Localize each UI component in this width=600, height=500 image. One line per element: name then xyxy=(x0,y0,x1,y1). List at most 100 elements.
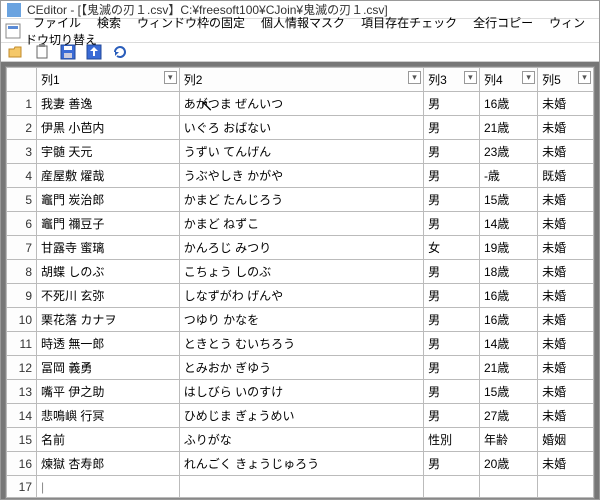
column-dropdown-icon[interactable]: ▾ xyxy=(578,71,591,84)
column-header-3[interactable]: 列3▾ xyxy=(424,68,480,92)
row-number[interactable]: 13 xyxy=(7,380,37,404)
cell[interactable]: | xyxy=(37,476,180,498)
cell[interactable]: 15歳 xyxy=(479,188,537,212)
cell[interactable]: 未婚 xyxy=(538,332,594,356)
cell[interactable]: 栗花落 カナヲ xyxy=(37,308,180,332)
cell[interactable]: かまど たんじろう xyxy=(179,188,423,212)
menu-2[interactable]: ウィンドウ枠の固定 xyxy=(129,14,253,32)
cell[interactable]: 時透 無一郎 xyxy=(37,332,180,356)
cell[interactable]: 男 xyxy=(424,116,480,140)
cell[interactable]: 16歳 xyxy=(479,92,537,116)
cell[interactable]: 21歳 xyxy=(479,116,537,140)
cell[interactable]: 男 xyxy=(424,164,480,188)
row-number[interactable]: 17 xyxy=(7,476,37,498)
cell[interactable]: 我妻 善逸 xyxy=(37,92,180,116)
row-header-corner[interactable] xyxy=(7,68,37,92)
cell[interactable]: 14歳 xyxy=(479,212,537,236)
cell[interactable]: 未婚 xyxy=(538,92,594,116)
cell[interactable]: 男 xyxy=(424,452,480,476)
column-dropdown-icon[interactable]: ▾ xyxy=(408,71,421,84)
cell[interactable]: 甘露寺 蜜璃 xyxy=(37,236,180,260)
cell[interactable]: うずい てんげん xyxy=(179,140,423,164)
cell[interactable]: 伊黒 小芭内 xyxy=(37,116,180,140)
row-number[interactable]: 9 xyxy=(7,284,37,308)
cell[interactable]: とみおか ぎゆう xyxy=(179,356,423,380)
cell[interactable]: こちょう しのぶ xyxy=(179,260,423,284)
cell[interactable]: いぐろ おばない xyxy=(179,116,423,140)
cell[interactable]: 未婚 xyxy=(538,212,594,236)
row-number[interactable]: 11 xyxy=(7,332,37,356)
cell[interactable]: しなずがわ げんや xyxy=(179,284,423,308)
row-number[interactable]: 16 xyxy=(7,452,37,476)
cell[interactable]: 男 xyxy=(424,332,480,356)
cell[interactable]: かんろじ みつり xyxy=(179,236,423,260)
row-number[interactable]: 2 xyxy=(7,116,37,140)
cell[interactable]: つゆり かなを xyxy=(179,308,423,332)
row-number[interactable]: 12 xyxy=(7,356,37,380)
cell[interactable]: 竈門 炭治郎 xyxy=(37,188,180,212)
menu-4[interactable]: 項目存在チェック xyxy=(353,14,465,32)
cell[interactable]: 宇髄 天元 xyxy=(37,140,180,164)
cell[interactable]: 女 xyxy=(424,236,480,260)
cell[interactable]: 未婚 xyxy=(538,380,594,404)
cell[interactable]: 19歳 xyxy=(479,236,537,260)
cell[interactable]: 18歳 xyxy=(479,260,537,284)
cell[interactable]: 名前 xyxy=(37,428,180,452)
cell[interactable]: 未婚 xyxy=(538,116,594,140)
cell[interactable]: 胡蝶 しのぶ xyxy=(37,260,180,284)
cell[interactable] xyxy=(424,476,480,498)
cell[interactable]: 未婚 xyxy=(538,452,594,476)
menu-5[interactable]: 全行コピー xyxy=(465,14,541,32)
cell[interactable]: 婚姻 xyxy=(538,428,594,452)
save-button[interactable] xyxy=(59,43,77,61)
cell[interactable]: 未婚 xyxy=(538,404,594,428)
row-number[interactable]: 4 xyxy=(7,164,37,188)
cell[interactable]: 男 xyxy=(424,356,480,380)
cell[interactable]: 16歳 xyxy=(479,308,537,332)
system-menu-icon[interactable] xyxy=(5,23,21,39)
cell[interactable]: 竈門 禰豆子 xyxy=(37,212,180,236)
cell[interactable]: 未婚 xyxy=(538,140,594,164)
cell[interactable]: 14歳 xyxy=(479,332,537,356)
cell[interactable]: 未婚 xyxy=(538,236,594,260)
cell[interactable]: 嘴平 伊之助 xyxy=(37,380,180,404)
row-number[interactable]: 10 xyxy=(7,308,37,332)
cell[interactable]: ときとう むいちろう xyxy=(179,332,423,356)
cell[interactable]: 21歳 xyxy=(479,356,537,380)
row-number[interactable]: 7 xyxy=(7,236,37,260)
cell[interactable]: 性別 xyxy=(424,428,480,452)
cell[interactable]: 男 xyxy=(424,92,480,116)
row-number[interactable]: 6 xyxy=(7,212,37,236)
cell[interactable] xyxy=(479,476,537,498)
grid-scroll[interactable]: 列1▾列2▾列3▾列4▾列5▾ 1我妻 善逸あがつま ぜんいつ男16歳未婚2伊黒… xyxy=(6,67,594,498)
cell[interactable]: 未婚 xyxy=(538,260,594,284)
cell[interactable]: 男 xyxy=(424,188,480,212)
row-number[interactable]: 3 xyxy=(7,140,37,164)
cell[interactable]: うぶやしき かがや xyxy=(179,164,423,188)
cell[interactable]: 煉獄 杏寿郎 xyxy=(37,452,180,476)
column-header-4[interactable]: 列4▾ xyxy=(479,68,537,92)
menu-1[interactable]: 検索 xyxy=(89,14,129,32)
cell[interactable]: 悲鳴嶼 行冥 xyxy=(37,404,180,428)
cell[interactable]: 男 xyxy=(424,140,480,164)
cell[interactable]: はしびら いのすけ xyxy=(179,380,423,404)
export-button[interactable] xyxy=(85,43,103,61)
open-file-button[interactable] xyxy=(7,43,25,61)
row-number[interactable]: 1 xyxy=(7,92,37,116)
cell[interactable]: 20歳 xyxy=(479,452,537,476)
cell[interactable]: 年齢 xyxy=(479,428,537,452)
cell[interactable]: 未婚 xyxy=(538,308,594,332)
reload-button[interactable] xyxy=(111,43,129,61)
cell[interactable]: 未婚 xyxy=(538,284,594,308)
cell[interactable]: 男 xyxy=(424,260,480,284)
cell[interactable]: れんごく きょうじゅろう xyxy=(179,452,423,476)
cell[interactable]: 冨岡 義勇 xyxy=(37,356,180,380)
cell[interactable]: 不死川 玄弥 xyxy=(37,284,180,308)
cell[interactable] xyxy=(179,476,423,498)
cell[interactable] xyxy=(538,476,594,498)
cell[interactable]: 未婚 xyxy=(538,188,594,212)
cell[interactable]: 16歳 xyxy=(479,284,537,308)
row-number[interactable]: 5 xyxy=(7,188,37,212)
menu-3[interactable]: 個人情報マスク xyxy=(253,14,353,32)
column-header-2[interactable]: 列2▾ xyxy=(179,68,423,92)
